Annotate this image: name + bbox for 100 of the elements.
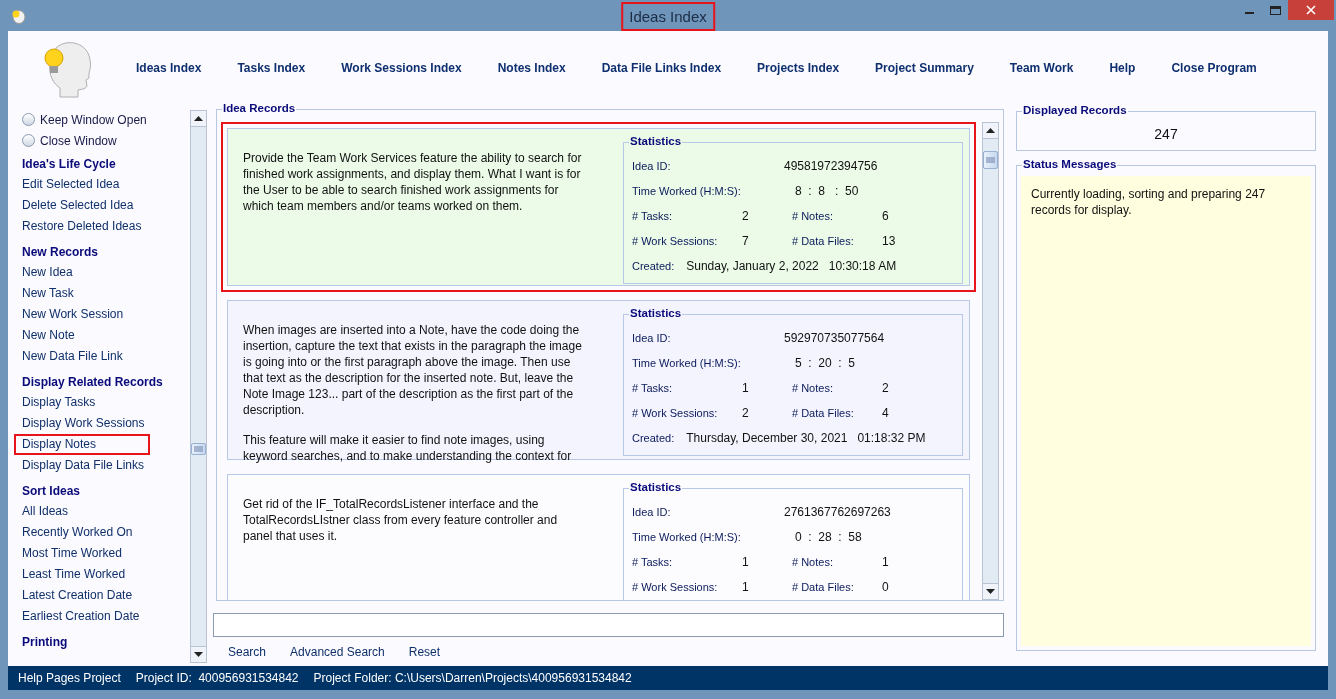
field-label: Time Worked (H:M:S): <box>632 356 742 369</box>
status-text: Project ID: 400956931534842 <box>135 671 299 685</box>
scroll-down-icon[interactable] <box>194 652 203 657</box>
scroll-up-icon[interactable] <box>986 128 995 133</box>
field-value: Sunday, January 2, 2022 10:30:18 AM <box>686 258 897 273</box>
statistics-legend: Statistics <box>629 135 683 147</box>
minimize-icon <box>1244 12 1254 14</box>
sidebar-link[interactable]: Edit Selected Idea <box>14 174 128 195</box>
field-value: 1 <box>742 579 750 594</box>
field-label: # Tasks: <box>632 555 674 568</box>
search-field[interactable] <box>213 613 1004 637</box>
nav-link[interactable]: Team Work <box>1009 61 1074 75</box>
idea-description: This feature will make it easier to find note images, using keyword searches, and to make understanding the context for <box>243 432 573 464</box>
panel-legend: Status Messages <box>1022 158 1118 170</box>
field-value: 1 <box>742 380 750 395</box>
field-value: 49581972394756 <box>784 158 879 173</box>
field-label: Created: <box>632 431 675 444</box>
status-text: Project Folder: C:\Users\Darren\Projects\400956931534842 <box>313 671 632 685</box>
field-value: 592970735077564 <box>784 330 886 345</box>
field-value: 8 : 8 : 50 <box>795 183 860 198</box>
sidebar-link[interactable]: Earliest Creation Date <box>14 606 148 627</box>
nav-link[interactable]: Tasks Index <box>237 61 306 75</box>
field-value: 6 <box>882 208 890 223</box>
sidebar-link[interactable]: New Work Session <box>14 304 132 325</box>
idea-description: Get rid of the IF_TotalRecordsListener interface and the TotalRecordsLIstner class from every feature controller and panel that uses it. <box>243 496 559 544</box>
section-heading: New Records <box>21 244 100 261</box>
sidebar-link[interactable]: Restore Deleted Ideas <box>14 216 150 237</box>
field-label: Time Worked (H:M:S): <box>632 184 742 197</box>
nav-link[interactable]: Data File Links Index <box>601 61 722 75</box>
section-heading: Sort Ideas <box>21 483 82 500</box>
field-label: # Notes: <box>792 381 834 394</box>
sidebar-link[interactable]: Recently Worked On <box>14 522 141 543</box>
sidebar-link[interactable]: New Task <box>14 283 82 304</box>
close-button[interactable] <box>1288 0 1334 20</box>
field-label: # Data Files: <box>792 234 855 247</box>
statistics-legend: Statistics <box>629 307 683 319</box>
sidebar-link[interactable]: Display Work Sessions <box>14 413 153 434</box>
sidebar-link[interactable]: All Ideas <box>14 501 77 522</box>
statistics-legend: Statistics <box>629 481 683 493</box>
nav-link[interactable]: Notes Index <box>497 61 566 75</box>
field-label: # Notes: <box>792 555 834 568</box>
status-message: Currently loading, sorting and preparing 247 records for display. <box>1021 176 1311 646</box>
nav-link[interactable]: Help <box>1109 61 1136 75</box>
field-value: 2 <box>742 405 750 420</box>
panel-legend: Idea Records <box>222 102 297 114</box>
field-value: 5 : 20 : 5 <box>795 355 857 370</box>
section-heading: Display Related Records <box>21 374 164 391</box>
field-label: # Work Sessions: <box>632 580 719 593</box>
scroll-thumb[interactable] <box>191 443 206 455</box>
scrollbar[interactable] <box>982 122 999 600</box>
sidebar-link[interactable]: New Note <box>14 325 83 346</box>
sidebar-link[interactable]: Display Data File Links <box>14 455 153 476</box>
nav-link[interactable]: Ideas Index <box>136 61 202 75</box>
section-heading: Printing <box>21 634 69 651</box>
nav-link[interactable]: Project Summary <box>875 61 974 75</box>
sidebar-link[interactable]: New Idea <box>14 262 81 283</box>
idea-record[interactable] <box>227 474 970 600</box>
search-action-button[interactable]: Advanced Search <box>290 645 385 659</box>
field-value: 1 <box>742 554 750 569</box>
nav-link[interactable]: Projects Index <box>757 61 840 75</box>
field-value: 2 <box>742 208 750 223</box>
app-icon <box>10 7 26 24</box>
field-value: 1 <box>882 554 890 569</box>
scrollbar[interactable] <box>190 110 207 663</box>
field-value: 2 <box>882 380 890 395</box>
field-value: 2761367762697263 <box>784 504 892 519</box>
radio-option[interactable]: Keep Window Open <box>14 109 190 130</box>
field-label: Created: <box>632 259 675 272</box>
sidebar-link[interactable]: Display Tasks <box>14 392 104 413</box>
field-label: # Tasks: <box>632 381 674 394</box>
field-value: 0 <box>882 579 890 594</box>
field-label: # Notes: <box>792 209 834 222</box>
sidebar-link[interactable]: Delete Selected Idea <box>14 195 142 216</box>
search-action-button[interactable]: Search <box>228 645 267 659</box>
sidebar-link[interactable]: Least Time Worked <box>14 564 134 585</box>
scroll-up-icon[interactable] <box>194 116 203 121</box>
maximize-icon <box>1269 5 1281 15</box>
nav-link[interactable]: Close Program <box>1171 61 1257 75</box>
search-action-button[interactable]: Reset <box>408 645 441 659</box>
sidebar-link[interactable]: Latest Creation Date <box>14 585 141 606</box>
scroll-thumb[interactable] <box>983 151 998 169</box>
field-label: # Data Files: <box>792 580 855 593</box>
sidebar-link[interactable]: Display Notes <box>14 434 150 455</box>
field-value: 0 : 28 : 58 <box>795 529 863 544</box>
scroll-down-icon[interactable] <box>986 589 995 594</box>
field-value: 13 <box>882 233 897 248</box>
field-label: # Tasks: <box>632 209 674 222</box>
close-icon <box>1306 5 1316 15</box>
nav-link[interactable]: Work Sessions Index <box>341 61 462 75</box>
radio-option[interactable]: Close Window <box>14 130 190 151</box>
sidebar-link[interactable]: New Data File Link <box>14 346 131 367</box>
field-value: 7 <box>742 233 750 248</box>
field-label: # Work Sessions: <box>632 406 719 419</box>
field-label: # Work Sessions: <box>632 234 719 247</box>
panel-legend: Displayed Records <box>1022 104 1128 116</box>
record-count: 247 <box>1153 125 1179 144</box>
field-value: 4 <box>882 405 890 420</box>
idea-description: Provide the Team Work Services feature the ability to search for finished work assignments, and display them. What I want is for the User to be able to search finished work assignments for which team members and/or teams worked on them. <box>243 150 583 214</box>
section-heading: Idea's Life Cycle <box>21 156 117 173</box>
sidebar-link[interactable]: Most Time Worked <box>14 543 130 564</box>
